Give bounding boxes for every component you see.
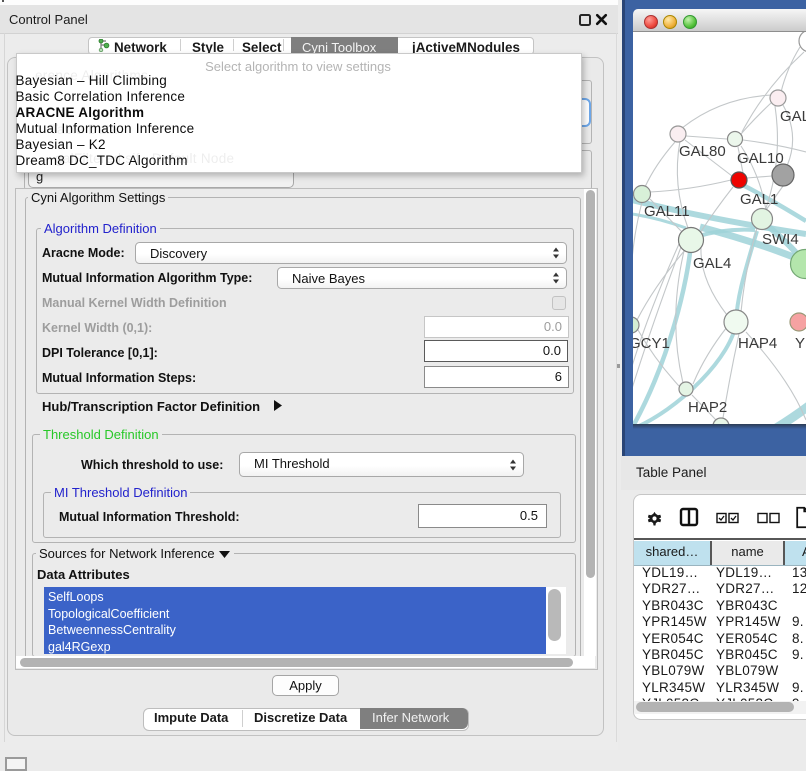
svg-text:GAL80: GAL80 <box>679 143 726 160</box>
svg-text:HAP2: HAP2 <box>688 399 727 416</box>
svg-text:GAL1: GAL1 <box>740 191 778 208</box>
svg-text:GCY1: GCY1 <box>633 335 670 352</box>
svg-text:GAL4: GAL4 <box>693 255 731 272</box>
svg-text:SWI4: SWI4 <box>762 231 799 248</box>
svg-text:HAP4: HAP4 <box>738 335 777 352</box>
svg-text:GAL11: GAL11 <box>644 203 690 220</box>
svg-text:GAL10: GAL10 <box>737 150 784 167</box>
svg-text:GAL7: GAL7 <box>780 108 806 125</box>
svg-text:Y: Y <box>795 335 805 352</box>
